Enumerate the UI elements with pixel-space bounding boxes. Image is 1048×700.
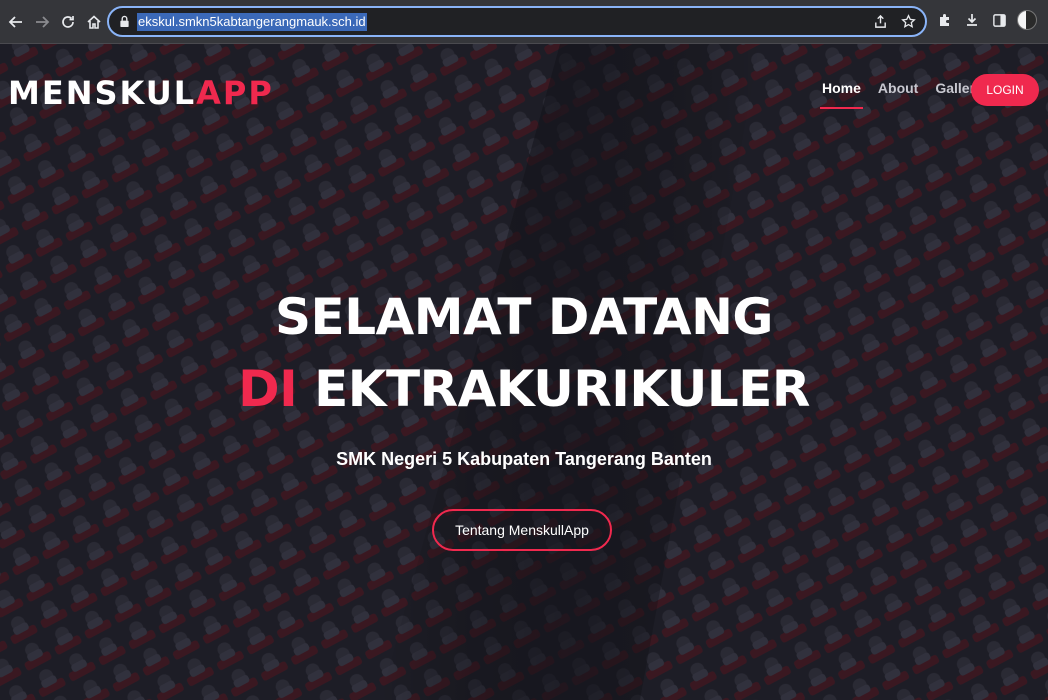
login-button[interactable]: LOGIN [971,74,1039,106]
brand-accent: APP [196,74,274,112]
profile-avatar[interactable] [1017,10,1037,30]
nav-about[interactable]: About [878,80,918,106]
download-icon[interactable] [963,11,981,29]
forward-button[interactable] [30,10,54,34]
reload-button[interactable] [56,10,80,34]
hero-title-line-1: SELAMAT DATANG [275,288,773,346]
brand-main: MENSKUL [8,74,197,112]
hero-subtitle: SMK Negeri 5 Kabupaten Tangerang Banten [336,449,712,469]
side-panel-icon[interactable] [990,11,1008,29]
home-icon [87,14,101,29]
address-bar[interactable]: ekskul.smkn5kabtangerangmauk.sch.id [107,6,927,37]
forward-arrow-icon [36,15,50,28]
reload-icon [62,15,74,28]
star-icon[interactable] [901,14,917,30]
back-button[interactable] [4,10,28,34]
back-arrow-icon [8,15,22,28]
lock-icon[interactable] [119,15,131,29]
browser-toolbar: ekskul.smkn5kabtangerangmauk.sch.id [0,0,1048,44]
hero-title-line-2: DI EKTRAKURIKULER [0,360,1048,418]
about-cta-button[interactable]: Tentang MenskullApp [432,509,612,551]
landing-page: MENSKULAPP Home About Gallery LOGIN SELA… [0,44,1048,700]
hero-title-accent: DI [238,360,298,418]
share-icon[interactable] [873,14,889,30]
home-button[interactable] [82,10,106,34]
hero-title-rest: EKTRAKURIKULER [297,360,810,418]
nav-home[interactable]: Home [820,80,863,109]
brand-logo[interactable]: MENSKULAPP [8,74,274,112]
puzzle-icon[interactable] [936,11,954,29]
url-text[interactable]: ekskul.smkn5kabtangerangmauk.sch.id [137,12,367,31]
